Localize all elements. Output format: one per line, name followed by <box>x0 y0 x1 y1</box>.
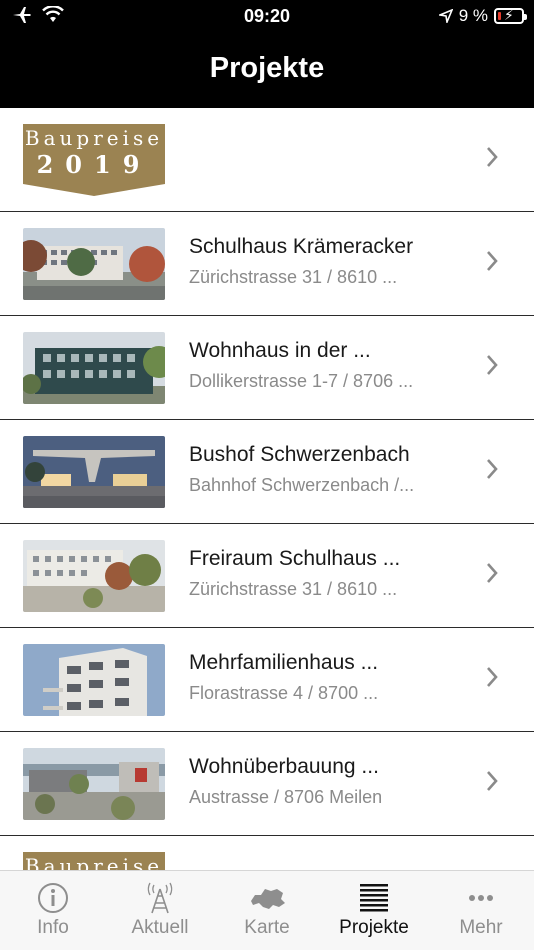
list-item[interactable]: Bushof Schwerzenbach Bahnhof Schwerzenba… <box>0 420 534 524</box>
project-title: Freiraum Schulhaus ... <box>189 547 401 570</box>
badge-line1: Baupreise <box>24 854 164 870</box>
tab-projekte[interactable]: Projekte <box>321 871 427 950</box>
project-title: Mehrfamilienhaus ... <box>189 651 379 674</box>
project-address: Austrasse / 8706 Meilen <box>189 787 383 807</box>
chevron-right-icon <box>487 667 498 687</box>
project-thumbnail <box>23 748 165 820</box>
chevron-right-icon <box>487 563 498 583</box>
project-thumbnail <box>23 436 165 508</box>
project-address: Zürichstrasse 31 / 8610 ... <box>189 579 398 599</box>
badge-year: 2019 <box>36 150 152 179</box>
list-item[interactable]: Wohnhaus in der ... Dollikerstrasse 1-7 … <box>0 316 534 420</box>
battery-icon: ⚡ <box>494 7 527 24</box>
battery-percent: 9 % <box>458 6 488 25</box>
list-item-baupreise-banner[interactable]: Baupreise 2019 <box>0 108 534 212</box>
list-item[interactable]: Mehrfamilienhaus ... Florastrasse 4 / 87… <box>0 628 534 732</box>
list-item[interactable]: Schulhaus Krämeracker Zürichstrasse 31 /… <box>0 212 534 316</box>
tab-mehr[interactable]: Mehr <box>428 871 534 950</box>
tab-label: Info <box>37 917 69 938</box>
project-address: Bahnhof Schwerzenbach /... <box>189 475 415 495</box>
project-title: Schulhaus Krämeracker <box>189 235 414 258</box>
project-address: Dollikerstrasse 1-7 / 8706 ... <box>189 371 414 391</box>
chevron-right-icon <box>487 355 498 375</box>
chevron-right-icon <box>487 771 498 791</box>
project-address: Florastrasse 4 / 8700 ... <box>189 683 379 703</box>
switzerland-map-icon <box>251 889 285 909</box>
navigation-bar: Projekte <box>0 34 534 108</box>
chevron-right-icon <box>487 459 498 479</box>
tab-label: Aktuell <box>131 917 189 938</box>
antenna-icon <box>147 882 173 914</box>
chevron-right-icon <box>487 251 498 271</box>
project-address: Zürichstrasse 31 / 8610 ... <box>189 267 398 287</box>
tab-aktuell[interactable]: Aktuell <box>107 871 213 950</box>
tab-info[interactable]: Info <box>0 871 106 950</box>
page-title: Projekte <box>209 52 325 84</box>
more-dots-icon <box>469 895 493 901</box>
info-icon <box>38 883 68 913</box>
tab-karte[interactable]: Karte <box>214 871 320 950</box>
tab-label: Karte <box>244 917 290 938</box>
baupreise-badge: Baupreise <box>23 852 165 870</box>
list-item[interactable]: Freiraum Schulhaus ... Zürichstrasse 31 … <box>0 524 534 628</box>
project-title: Bushof Schwerzenbach <box>189 443 410 466</box>
status-right: 9 % ⚡ <box>438 6 527 26</box>
project-thumbnail <box>23 540 165 612</box>
baupreise-badge: Baupreise 2019 <box>23 124 165 196</box>
tab-label: Projekte <box>339 917 409 938</box>
list-item-baupreise-banner-partial[interactable]: Baupreise <box>0 836 534 870</box>
project-thumbnail <box>23 228 165 300</box>
list-lines-icon <box>360 884 388 912</box>
project-title: Wohnhaus in der ... <box>189 339 371 362</box>
list-item[interactable]: Wohnüberbauung ... Austrasse / 8706 Meil… <box>0 732 534 836</box>
tab-label: Mehr <box>459 917 503 938</box>
location-arrow-icon <box>438 9 453 23</box>
tab-bar: Info Aktuell Karte Projekte Mehr <box>0 870 534 950</box>
project-thumbnail <box>23 644 165 716</box>
badge-line1: Baupreise <box>24 126 164 150</box>
chevron-right-icon <box>487 147 498 167</box>
project-title: Wohnüberbauung ... <box>189 755 379 778</box>
project-thumbnail <box>23 332 165 404</box>
status-bar: 09:20 9 % ⚡ <box>0 0 534 34</box>
project-list[interactable]: Baupreise 2019 Schulhaus Krämeracker Zür… <box>0 108 534 870</box>
